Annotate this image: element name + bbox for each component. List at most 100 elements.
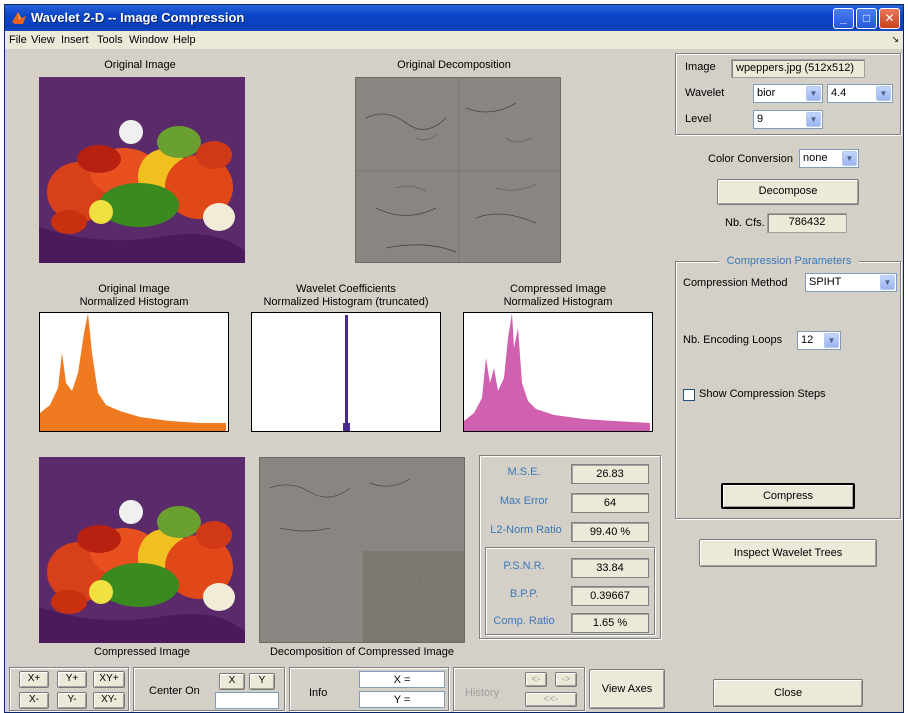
histogram-coefficients bbox=[251, 312, 441, 432]
level-value: 9 bbox=[757, 113, 764, 125]
y-minus-button[interactable]: Y- bbox=[57, 692, 87, 709]
compression-method-label: Compression Method bbox=[683, 277, 788, 289]
comp-ratio-label: Comp. Ratio bbox=[493, 615, 555, 627]
max-error-label: Max Error bbox=[499, 495, 549, 507]
histogram-coefficients-plot bbox=[343, 315, 350, 431]
caption-hist-compressed: Compressed Image Normalized Histogram bbox=[463, 283, 653, 309]
chevron-down-icon[interactable]: ▼ bbox=[842, 151, 857, 166]
l2-norm-label: L2-Norm Ratio bbox=[490, 524, 562, 536]
level-label: Level bbox=[685, 113, 712, 125]
decomposition-texture bbox=[356, 78, 560, 262]
chevron-down-icon[interactable]: ▼ bbox=[876, 86, 891, 101]
x-minus-button[interactable]: X- bbox=[19, 692, 49, 709]
bpp-label: B.P.P. bbox=[509, 588, 539, 600]
dock-arrow-icon[interactable]: ↘ bbox=[891, 34, 899, 45]
xy-plus-button[interactable]: XY+ bbox=[93, 671, 125, 688]
close-window-button[interactable]: ✕ bbox=[879, 8, 900, 29]
info-label: Info bbox=[309, 687, 328, 699]
compressed-decomposition-texture bbox=[260, 458, 464, 642]
center-y-button[interactable]: Y bbox=[249, 673, 275, 690]
l2-norm-value: 99.40 % bbox=[571, 522, 649, 542]
xy-minus-button[interactable]: XY- bbox=[93, 692, 125, 709]
compress-button[interactable]: Compress bbox=[721, 483, 855, 509]
title-bar: Wavelet 2-D -- Image Compression _ □ ✕ bbox=[5, 5, 903, 31]
wavelet-family-select[interactable]: bior ▼ bbox=[753, 84, 823, 103]
history-label: History bbox=[465, 687, 500, 699]
caption-original-image: Original Image bbox=[104, 59, 176, 71]
compression-parameters-title: Compression Parameters bbox=[719, 255, 859, 267]
histogram-original-plot bbox=[40, 313, 226, 431]
menu-bar: File View Insert Tools Window Help ↘ bbox=[5, 31, 903, 49]
menu-file[interactable]: File bbox=[9, 34, 27, 46]
encoding-loops-label: Nb. Encoding Loops bbox=[683, 334, 783, 346]
mse-label: M.S.E. bbox=[507, 466, 541, 478]
histogram-compressed-plot bbox=[464, 313, 650, 431]
histogram-compressed bbox=[463, 312, 653, 432]
inspect-wavelet-trees-button[interactable]: Inspect Wavelet Trees bbox=[699, 539, 877, 567]
chevron-down-icon[interactable]: ▼ bbox=[824, 333, 839, 348]
minimize-button[interactable]: _ bbox=[833, 8, 854, 29]
center-x-button[interactable]: X bbox=[219, 673, 245, 690]
compression-method-select[interactable]: SPIHT ▼ bbox=[805, 273, 897, 292]
caption-compressed-decomposition: Decomposition of Compressed Image bbox=[269, 646, 455, 658]
menu-tools[interactable]: Tools bbox=[97, 34, 123, 46]
wavelet-number-select[interactable]: 4.4 ▼ bbox=[827, 84, 893, 103]
wavelet-family-value: bior bbox=[757, 87, 776, 99]
original-image bbox=[39, 77, 245, 263]
chevron-down-icon[interactable]: ▼ bbox=[880, 275, 895, 290]
encoding-loops-value: 12 bbox=[801, 334, 814, 346]
chevron-down-icon[interactable]: ▼ bbox=[806, 112, 821, 127]
chevron-down-icon[interactable]: ▼ bbox=[806, 86, 821, 101]
matlab-logo-icon bbox=[12, 12, 26, 24]
wavelet-label: Wavelet bbox=[685, 87, 725, 99]
level-select[interactable]: 9 ▼ bbox=[753, 110, 823, 129]
compression-method-value: SPIHT bbox=[809, 276, 842, 288]
view-axes-button[interactable]: View Axes bbox=[589, 669, 665, 709]
caption-hist-original-line2: Normalized Histogram bbox=[79, 296, 189, 308]
color-conversion-select[interactable]: none ▼ bbox=[799, 149, 859, 168]
history-first-button[interactable]: <<- bbox=[525, 692, 577, 707]
wavelet-number-value: 4.4 bbox=[831, 87, 847, 99]
original-decomposition-image bbox=[355, 77, 561, 263]
info-x-field: X = bbox=[359, 671, 445, 688]
psnr-label: P.S.N.R. bbox=[503, 560, 545, 572]
histogram-original bbox=[39, 312, 229, 432]
nb-cfs-label: Nb. Cfs. bbox=[725, 217, 765, 229]
show-steps-checkbox[interactable] bbox=[683, 389, 695, 401]
history-back-button[interactable]: <- bbox=[525, 672, 547, 687]
caption-hist-coeffs: Wavelet Coefficients Normalized Histogra… bbox=[251, 283, 441, 309]
peppers-image-compressed bbox=[39, 457, 245, 643]
mse-value: 26.83 bbox=[571, 464, 649, 484]
x-plus-button[interactable]: X+ bbox=[19, 671, 49, 688]
menu-window[interactable]: Window bbox=[129, 34, 168, 46]
bpp-value: 0.39667 bbox=[571, 586, 649, 606]
close-button[interactable]: Close bbox=[713, 679, 863, 707]
encoding-loops-select[interactable]: 12 ▼ bbox=[797, 331, 841, 350]
show-steps-label: Show Compression Steps bbox=[699, 388, 826, 400]
center-on-field[interactable] bbox=[215, 692, 279, 709]
decompose-button[interactable]: Decompose bbox=[717, 179, 859, 205]
comp-ratio-value: 1.65 % bbox=[571, 613, 649, 633]
peppers-image-original bbox=[39, 77, 245, 263]
maximize-button[interactable]: □ bbox=[856, 8, 877, 29]
caption-hist-coeffs-line2: Normalized Histogram (truncated) bbox=[263, 296, 429, 308]
history-forward-button[interactable]: -> bbox=[555, 672, 577, 687]
color-conversion-label: Color Conversion bbox=[708, 153, 793, 165]
compressed-decomposition-image bbox=[259, 457, 465, 643]
caption-hist-coeffs-line1: Wavelet Coefficients bbox=[296, 283, 396, 295]
color-conversion-value: none bbox=[803, 152, 828, 164]
menu-view[interactable]: View bbox=[31, 34, 55, 46]
menu-insert[interactable]: Insert bbox=[61, 34, 89, 46]
psnr-value: 33.84 bbox=[571, 558, 649, 578]
menu-help[interactable]: Help bbox=[173, 34, 196, 46]
main-window: Wavelet 2-D -- Image Compression _ □ ✕ F… bbox=[4, 4, 904, 713]
image-name-field: wpeppers.jpg (512x512) bbox=[731, 59, 865, 78]
compressed-image bbox=[39, 457, 245, 643]
nb-cfs-value: 786432 bbox=[767, 213, 847, 233]
caption-hist-original-line1: Original Image bbox=[98, 283, 170, 295]
center-on-label: Center On bbox=[149, 685, 200, 697]
window-title: Wavelet 2-D -- Image Compression bbox=[31, 10, 245, 25]
caption-original-decomposition: Original Decomposition bbox=[397, 59, 511, 71]
caption-hist-compressed-line2: Normalized Histogram bbox=[503, 296, 613, 308]
y-plus-button[interactable]: Y+ bbox=[57, 671, 87, 688]
